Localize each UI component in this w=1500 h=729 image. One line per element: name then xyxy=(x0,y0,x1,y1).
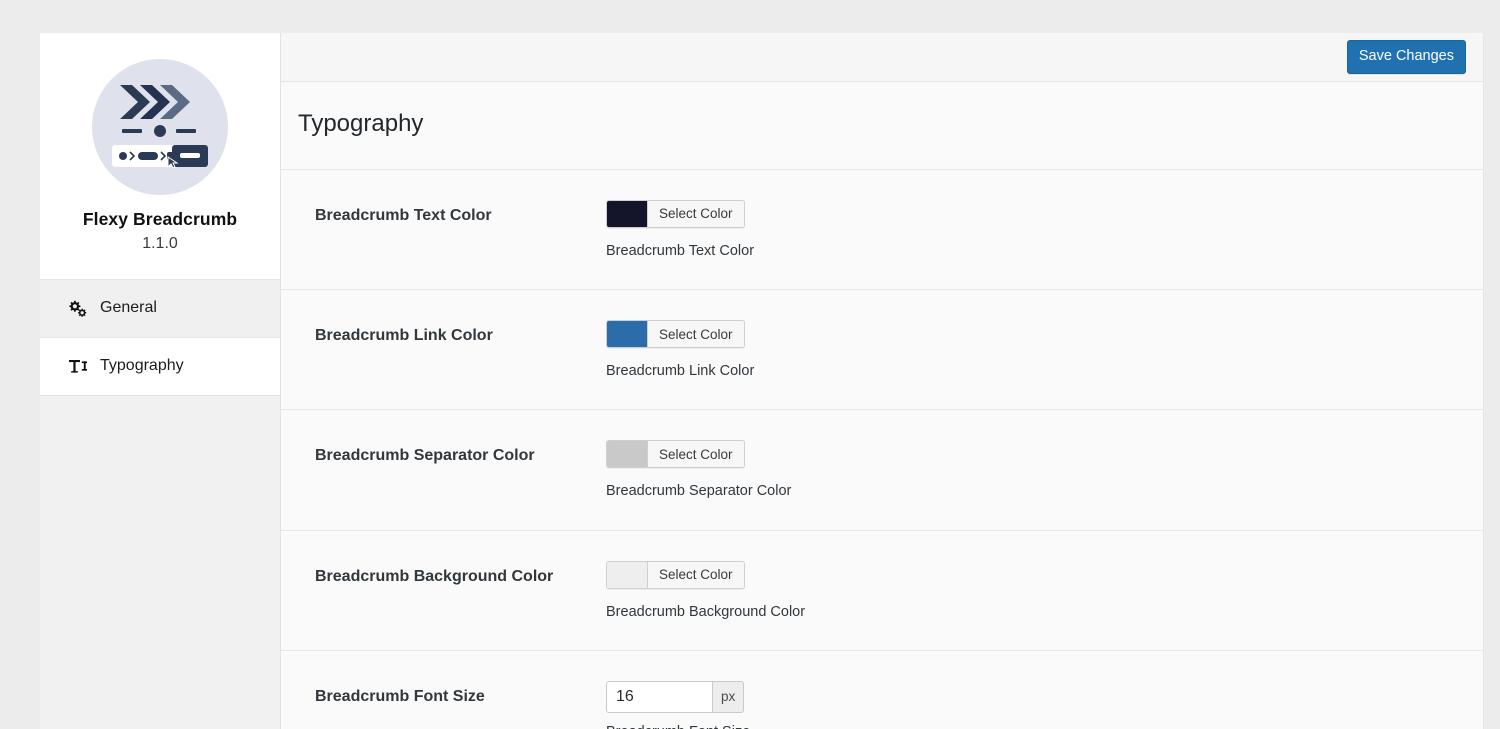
color-swatch[interactable] xyxy=(607,201,648,227)
field-control: Select Color Breadcrumb Text Color xyxy=(606,200,1483,261)
page-title: Typography xyxy=(281,82,1483,169)
field-label: Breadcrumb Background Color xyxy=(281,561,606,588)
field-row-breadcrumb-background-color: Breadcrumb Background Color Select Color… xyxy=(281,530,1483,650)
field-description: Breadcrumb Font Size xyxy=(606,722,1483,729)
topbar: Save Changes xyxy=(281,33,1483,82)
field-row-breadcrumb-font-size: Breadcrumb Font Size px Breadcrumb Font … xyxy=(281,650,1483,729)
color-picker-background-color[interactable]: Select Color xyxy=(606,561,745,589)
color-swatch[interactable] xyxy=(607,562,648,588)
brand-version: 1.1.0 xyxy=(50,234,270,255)
sidebar-item-general[interactable]: General xyxy=(40,280,280,338)
brand-name: Flexy Breadcrumb xyxy=(50,209,270,230)
select-color-button[interactable]: Select Color xyxy=(648,562,744,588)
settings-body: Typography Breadcrumb Text Color Select … xyxy=(281,82,1483,729)
sidebar-item-typography-label: Typography xyxy=(100,358,184,374)
color-swatch[interactable] xyxy=(607,441,648,467)
field-description: Breadcrumb Link Color xyxy=(606,361,1483,381)
field-description: Breadcrumb Separator Color xyxy=(606,481,1483,501)
sidebar-item-general-label: General xyxy=(100,300,157,316)
save-changes-button[interactable]: Save Changes xyxy=(1347,40,1466,74)
select-color-button[interactable]: Select Color xyxy=(648,321,744,347)
flexy-breadcrumb-logo-icon xyxy=(92,59,228,195)
field-description: Breadcrumb Text Color xyxy=(606,241,1483,261)
color-swatch[interactable] xyxy=(607,321,648,347)
select-color-button[interactable]: Select Color xyxy=(648,201,744,227)
font-size-input[interactable] xyxy=(606,681,712,713)
field-label: Breadcrumb Font Size xyxy=(281,681,606,708)
font-size-unit-label: px xyxy=(712,681,744,713)
sidebar-item-typography[interactable]: Typography xyxy=(40,338,280,396)
sidebar-nav: General Typography xyxy=(40,280,280,396)
text-height-icon xyxy=(66,358,88,375)
field-control: Select Color Breadcrumb Link Color xyxy=(606,320,1483,381)
field-description: Breadcrumb Background Color xyxy=(606,602,1483,622)
color-picker-separator-color[interactable]: Select Color xyxy=(606,440,745,468)
font-size-input-group: px xyxy=(606,681,744,713)
plugin-settings-window: Flexy Breadcrumb 1.1.0 General xyxy=(40,33,1484,729)
field-control: Select Color Breadcrumb Separator Color xyxy=(606,440,1483,501)
brand-header: Flexy Breadcrumb 1.1.0 xyxy=(40,33,280,280)
field-control: Select Color Breadcrumb Background Color xyxy=(606,561,1483,622)
field-row-breadcrumb-text-color: Breadcrumb Text Color Select Color Bread… xyxy=(281,169,1483,289)
settings-fields: Breadcrumb Text Color Select Color Bread… xyxy=(281,169,1483,729)
color-picker-text-color[interactable]: Select Color xyxy=(606,200,745,228)
field-label: Breadcrumb Link Color xyxy=(281,320,606,347)
select-color-button[interactable]: Select Color xyxy=(648,441,744,467)
field-row-breadcrumb-link-color: Breadcrumb Link Color Select Color Bread… xyxy=(281,289,1483,409)
sidebar-empty-area xyxy=(40,396,280,729)
cogs-icon xyxy=(66,300,88,317)
field-control: px Breadcrumb Font Size xyxy=(606,681,1483,729)
sidebar: Flexy Breadcrumb 1.1.0 General xyxy=(40,33,281,729)
field-label: Breadcrumb Separator Color xyxy=(281,440,606,467)
color-picker-link-color[interactable]: Select Color xyxy=(606,320,745,348)
field-row-breadcrumb-separator-color: Breadcrumb Separator Color Select Color … xyxy=(281,409,1483,529)
content-panel: Save Changes Typography Breadcrumb Text … xyxy=(281,33,1484,729)
field-label: Breadcrumb Text Color xyxy=(281,200,606,227)
